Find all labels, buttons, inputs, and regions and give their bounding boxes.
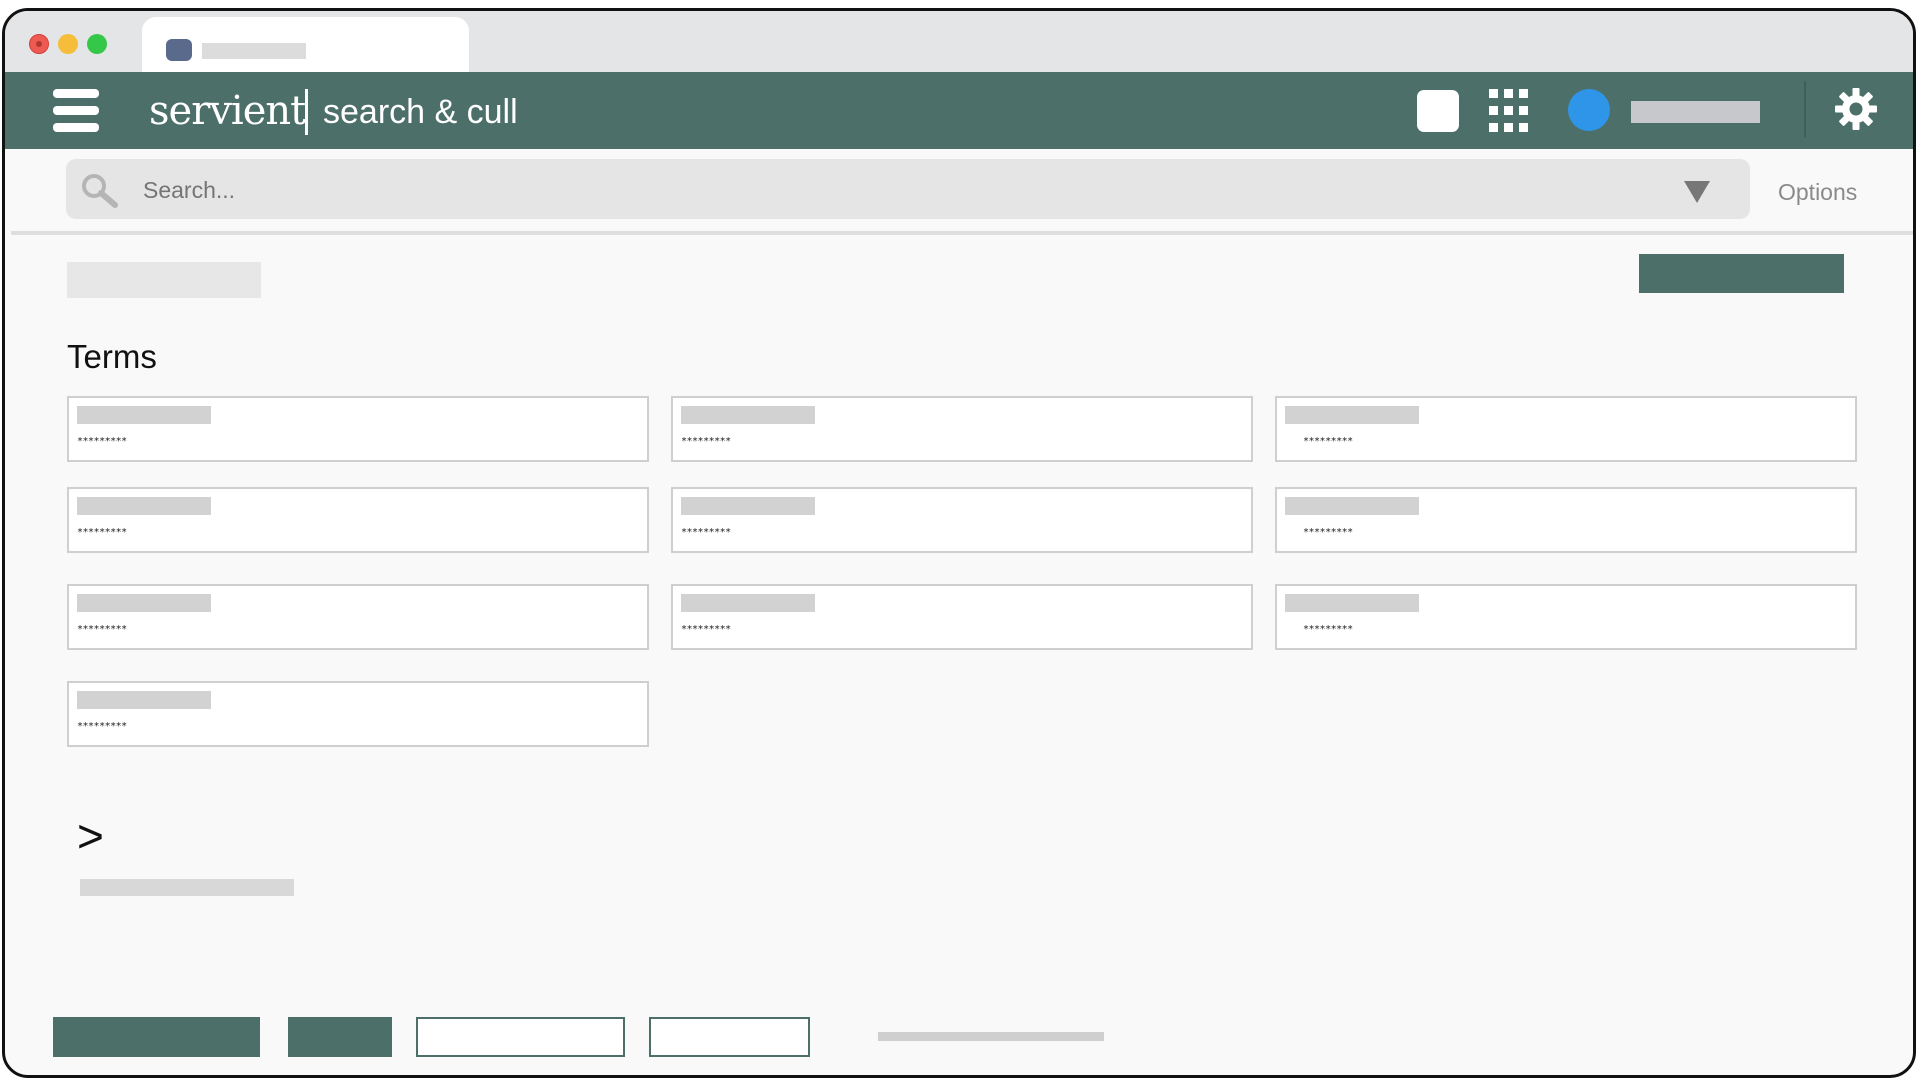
placeholder-line	[80, 879, 294, 896]
term-card[interactable]: *********	[671, 487, 1253, 553]
chevron-right-icon[interactable]: >	[77, 811, 104, 861]
term-label-placeholder	[1285, 406, 1419, 424]
term-label-placeholder	[77, 406, 211, 424]
apps-grid-icon[interactable]	[1489, 89, 1529, 133]
divider	[11, 231, 1913, 235]
term-label-placeholder	[1285, 497, 1419, 515]
placeholder-block	[67, 262, 261, 298]
secondary-primary-button[interactable]	[288, 1017, 392, 1057]
avatar[interactable]	[1568, 89, 1610, 131]
header-divider	[1804, 81, 1806, 137]
term-value: *********	[681, 527, 731, 538]
brand-divider	[305, 89, 308, 135]
outline-button-small[interactable]	[649, 1017, 810, 1057]
term-label-placeholder	[77, 691, 211, 709]
term-card[interactable]: *********	[67, 584, 649, 650]
term-card[interactable]: *********	[671, 396, 1253, 462]
minimize-window-button[interactable]	[58, 34, 78, 54]
term-label-placeholder	[681, 406, 815, 424]
zoom-window-button[interactable]	[87, 34, 107, 54]
product-name: search & cull	[323, 93, 518, 131]
term-label-placeholder	[1285, 594, 1419, 612]
term-value: *********	[1303, 436, 1353, 447]
gear-icon[interactable]	[1834, 87, 1878, 131]
term-value: *********	[681, 436, 731, 447]
brand-logo: servient	[149, 88, 306, 134]
term-label-placeholder	[681, 497, 815, 515]
menu-icon[interactable]	[53, 89, 99, 132]
tab-strip	[5, 11, 1913, 75]
term-value: *********	[77, 721, 127, 732]
square-icon[interactable]	[1417, 90, 1459, 132]
tab-title-placeholder	[202, 43, 306, 59]
term-value: *********	[1303, 624, 1353, 635]
term-value: *********	[1303, 527, 1353, 538]
term-label-placeholder	[681, 594, 815, 612]
primary-action-button[interactable]	[1639, 254, 1844, 293]
term-card[interactable]: *********	[1275, 396, 1857, 462]
outline-button[interactable]	[416, 1017, 625, 1057]
term-card[interactable]: *********	[67, 681, 649, 747]
browser-window: servient search & cull Search... Options…	[2, 8, 1916, 1078]
primary-button[interactable]	[53, 1017, 260, 1057]
term-label-placeholder	[77, 594, 211, 612]
term-card[interactable]: *********	[1275, 487, 1857, 553]
search-bar[interactable]	[66, 159, 1750, 219]
favicon-icon	[166, 39, 192, 61]
term-label-placeholder	[77, 497, 211, 515]
term-value: *********	[681, 624, 731, 635]
footer-placeholder-line	[878, 1032, 1104, 1041]
search-input[interactable]	[141, 174, 1345, 206]
term-value: *********	[77, 527, 127, 538]
term-value: *********	[77, 624, 127, 635]
term-card[interactable]: *********	[67, 396, 649, 462]
chevron-down-icon[interactable]	[1684, 181, 1710, 203]
options-link[interactable]: Options	[1778, 178, 1857, 206]
section-title: Terms	[67, 338, 157, 375]
term-card[interactable]: *********	[1275, 584, 1857, 650]
term-value: *********	[77, 436, 127, 447]
browser-tab[interactable]	[142, 17, 469, 75]
term-card[interactable]: *********	[671, 584, 1253, 650]
term-card[interactable]: *********	[67, 487, 649, 553]
search-icon	[82, 174, 118, 208]
app-header: servient search & cull	[5, 72, 1913, 149]
user-name-placeholder[interactable]	[1631, 101, 1760, 123]
close-window-button[interactable]	[29, 34, 49, 54]
